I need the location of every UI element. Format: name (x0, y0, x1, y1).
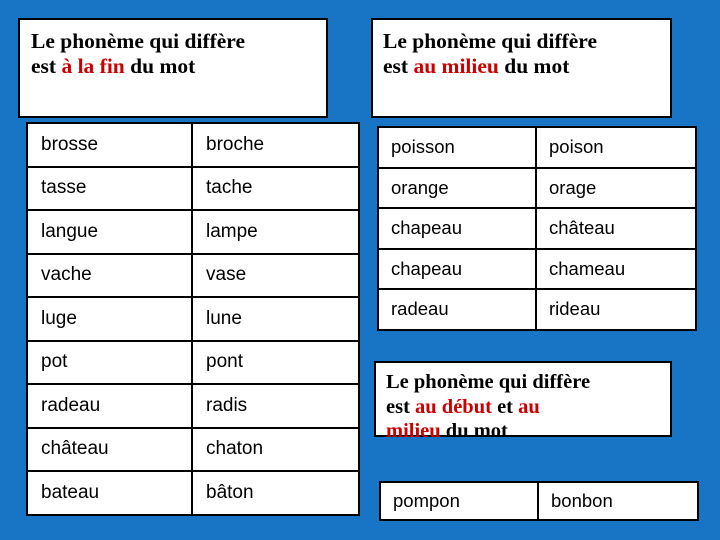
right-title-line-2: est au milieu du mot (383, 54, 670, 79)
word-cell: orange (377, 166, 537, 209)
word-cell: radis (191, 383, 360, 429)
left-title-highlight: à la fin (61, 54, 125, 79)
word-cell: pot (26, 339, 193, 385)
table-row: pot pont (26, 339, 360, 385)
table-row: bateau bâton (26, 470, 360, 516)
table-row: luge lune (26, 296, 360, 342)
bottom-title-middle: et (491, 395, 519, 418)
right-title-line-1: Le phonème qui diffère (383, 29, 598, 53)
table-row: radeau rideau (377, 288, 697, 331)
word-cell: pont (191, 339, 360, 385)
word-cell: lune (191, 296, 360, 342)
word-cell: langue (26, 209, 193, 255)
table-row: tasse tache (26, 165, 360, 211)
right-title-highlight: au milieu (413, 54, 499, 79)
table-row: radeau radis (26, 383, 360, 429)
word-cell: radeau (377, 288, 537, 331)
right-title-suffix: du mot (498, 54, 570, 79)
bottom-title-highlight-1: au début (415, 395, 492, 418)
table-row: chapeau château (377, 207, 697, 250)
slide-canvas: Le phonème qui diffère est à la fin du m… (0, 0, 720, 540)
word-cell: vase (191, 252, 360, 298)
word-cell: orage (535, 166, 697, 209)
word-cell: broche (191, 122, 360, 168)
bottom-title-box: Le phonème qui diffère est au début et a… (374, 361, 672, 442)
word-cell: chaton (191, 426, 360, 472)
word-cell: poison (535, 126, 697, 169)
left-title-line-2: est à la fin du mot (31, 54, 326, 79)
word-cell: bateau (26, 470, 193, 516)
word-cell: vache (26, 252, 193, 298)
left-title-box: Le phonème qui diffère est à la fin du m… (18, 18, 328, 118)
left-title-suffix: du mot (124, 54, 196, 79)
bottom-title-highlight-3: milieu (386, 420, 441, 443)
left-title-line-1: Le phonème qui diffère (31, 29, 246, 53)
word-cell: chapeau (377, 247, 537, 290)
word-cell: tasse (26, 165, 193, 211)
word-cell: pompon (379, 481, 539, 521)
table-row: chapeau chameau (377, 247, 697, 290)
bottom-title-highlight-2: au (518, 395, 540, 418)
word-cell: lampe (191, 209, 360, 255)
word-cell: bonbon (537, 481, 699, 521)
table-row: château chaton (26, 426, 360, 472)
left-title-prefix: est (31, 54, 62, 79)
word-cell: radeau (26, 383, 193, 429)
table-row: poisson poison (377, 126, 697, 169)
table-row: langue lampe (26, 209, 360, 255)
word-cell: bâton (191, 470, 360, 516)
word-cell: chameau (535, 247, 697, 290)
word-cell: chapeau (377, 207, 537, 250)
word-cell: château (535, 207, 697, 250)
bottom-title-line-1: Le phonème qui diffère (386, 371, 591, 393)
bottom-title-line-2: est au début et au (386, 395, 670, 420)
word-cell: rideau (535, 288, 697, 331)
table-row: pompon bonbon (379, 481, 699, 521)
left-word-table: brosse broche tasse tache langue lampe v… (26, 122, 360, 516)
bottom-title-line-3: milieu du mot (386, 419, 670, 444)
bottom-title-suffix: du mot (440, 420, 508, 443)
word-cell: luge (26, 296, 193, 342)
bottom-word-table: pompon bonbon (379, 481, 699, 521)
right-word-table: poisson poison orange orage chapeau chât… (377, 126, 697, 331)
word-cell: tache (191, 165, 360, 211)
word-cell: poisson (377, 126, 537, 169)
bottom-title-prefix: est (386, 395, 416, 418)
table-row: orange orage (377, 166, 697, 209)
right-title-box: Le phonème qui diffère est au milieu du … (371, 18, 672, 118)
word-cell: brosse (26, 122, 193, 168)
right-title-prefix: est (383, 54, 414, 79)
table-row: brosse broche (26, 122, 360, 168)
table-row: vache vase (26, 252, 360, 298)
word-cell: château (26, 426, 193, 472)
